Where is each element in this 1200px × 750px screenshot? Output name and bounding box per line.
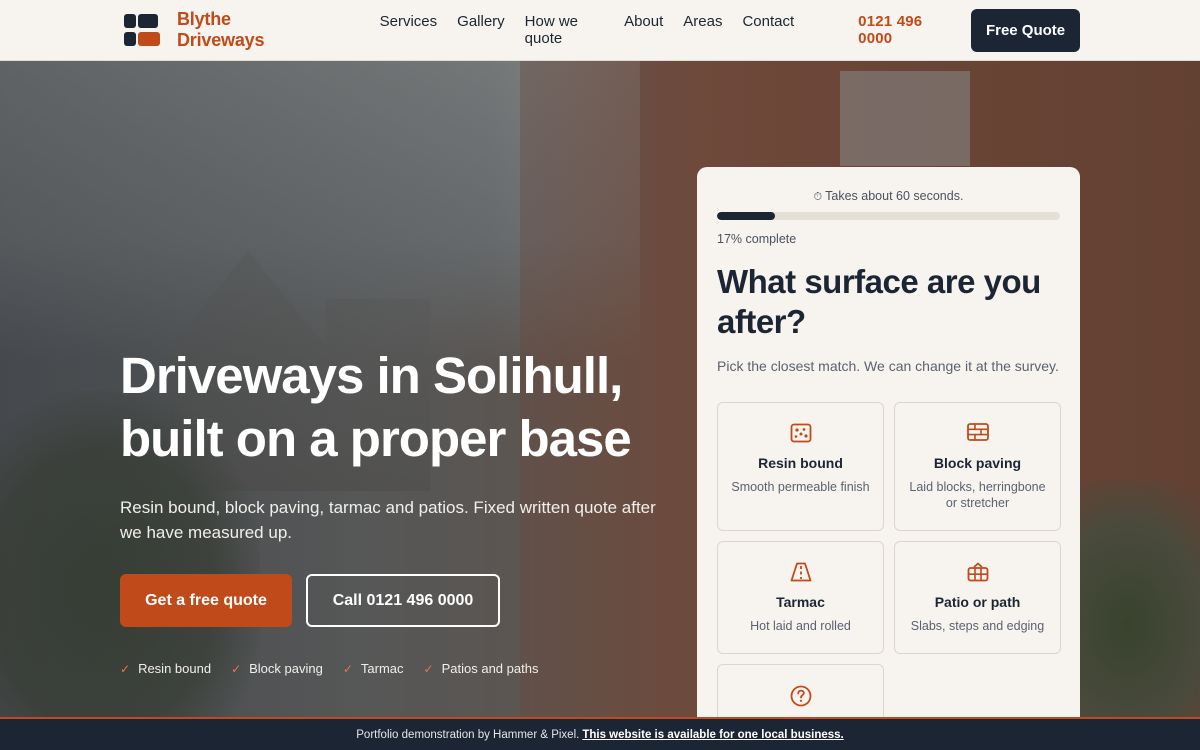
question-title: What surface are you after? — [717, 263, 1041, 340]
option-description: Slabs, steps and edging — [910, 619, 1045, 633]
timer-text: Takes about 60 seconds. — [825, 189, 964, 203]
main-nav: Services Gallery How we quote About Area… — [380, 13, 795, 47]
check-icon: ✓ — [120, 661, 131, 676]
nav-contact[interactable]: Contact — [742, 13, 794, 47]
hero-subtitle: Resin bound, block paving, tarmac and pa… — [120, 498, 656, 542]
option-resin-bound[interactable]: Resin bound Smooth permeable finish — [717, 402, 884, 531]
hero-title: Driveways in Solihull, built on a proper… — [120, 344, 680, 470]
logo[interactable]: Blythe Driveways — [124, 9, 316, 51]
road-icon — [718, 562, 883, 584]
timer-note: ⏱ Takes about 60 seconds. — [717, 189, 1060, 204]
hero-content: Driveways in Solihull, built on a proper… — [120, 344, 680, 676]
check-icon: ✓ — [423, 661, 434, 676]
option-description: Laid blocks, herringbone or stretcher — [909, 480, 1046, 510]
progress-label: 17% complete — [717, 232, 797, 246]
patio-icon — [895, 562, 1060, 584]
feature-list: ✓ Resin bound ✓ Block paving ✓ Tarmac ✓ Pati… — [120, 661, 680, 676]
option-patio-or-path[interactable]: Patio or path Slabs, steps and edging — [894, 541, 1061, 654]
surface-options: Resin bound Smooth permeable finish Bloc… — [717, 402, 1061, 724]
progress-bar-fill — [717, 212, 776, 220]
feature-label: Block paving — [249, 661, 323, 676]
stopwatch-icon: ⏱ — [813, 191, 823, 203]
option-block-paving[interactable]: Block paving Laid blocks, herringbone or… — [894, 402, 1061, 531]
feature-item: ✓ Tarmac — [343, 661, 404, 676]
hero-title-line-2: built on a proper base — [120, 410, 632, 467]
check-icon: ✓ — [231, 661, 242, 676]
hero-cta-group: Get a free quote Call 0121 496 0000 — [120, 574, 680, 627]
block-paving-icon — [895, 423, 1060, 445]
nav-about[interactable]: About — [624, 13, 663, 47]
option-description: Hot laid and rolled — [750, 619, 851, 633]
banner-text: Portfolio demonstration by Hammer & Pixe… — [356, 728, 580, 741]
question-hint: Pick the closest match. We can change it… — [717, 358, 1059, 374]
banner-link[interactable]: This website is available for one local … — [582, 729, 843, 741]
check-icon: ✓ — [342, 661, 353, 676]
feature-label: Resin bound — [138, 661, 212, 676]
question-icon — [718, 685, 883, 707]
feature-label: Patios and paths — [441, 661, 539, 676]
get-free-quote-button[interactable]: Get a free quote — [120, 574, 292, 627]
nav-gallery[interactable]: Gallery — [457, 13, 505, 47]
option-title: Patio or path — [934, 594, 1021, 610]
option-title: Block paving — [933, 455, 1022, 471]
hero-title-line-1: Driveways in Solihull, — [120, 347, 623, 404]
progress-bar — [717, 212, 1060, 220]
brand-name: Blythe Driveways — [177, 9, 265, 50]
nav-services[interactable]: Services — [380, 13, 438, 47]
site-header: Blythe Driveways Services Gallery How we… — [0, 0, 1200, 61]
resin-icon — [718, 423, 883, 445]
hero-background-window — [840, 71, 970, 166]
option-title: Resin bound — [758, 455, 843, 471]
nav-areas[interactable]: Areas — [683, 13, 722, 47]
feature-label: Tarmac — [360, 661, 404, 676]
option-description: Smooth permeable finish — [731, 480, 870, 494]
feature-item: ✓ Resin bound — [120, 661, 211, 676]
call-phone-button[interactable]: Call 0121 496 0000 — [306, 574, 500, 627]
option-title: Tarmac — [776, 594, 825, 610]
feature-item: ✓ Patios and paths — [424, 661, 539, 676]
feature-item: ✓ Block paving — [231, 661, 323, 676]
free-quote-button[interactable]: Free Quote — [971, 8, 1080, 52]
logo-mark-icon — [124, 14, 160, 46]
portfolio-banner: Portfolio demonstration by Hammer & Pixe… — [0, 717, 1200, 750]
nav-how-we-quote[interactable]: How we quote — [525, 13, 604, 47]
quote-form-card: ⏱ Takes about 60 seconds. 17% complete Wh… — [697, 167, 1080, 727]
header-phone-link[interactable]: 0121 496 0000 — [858, 13, 957, 47]
option-not-sure[interactable] — [717, 664, 884, 724]
option-tarmac[interactable]: Tarmac Hot laid and rolled — [717, 541, 884, 654]
